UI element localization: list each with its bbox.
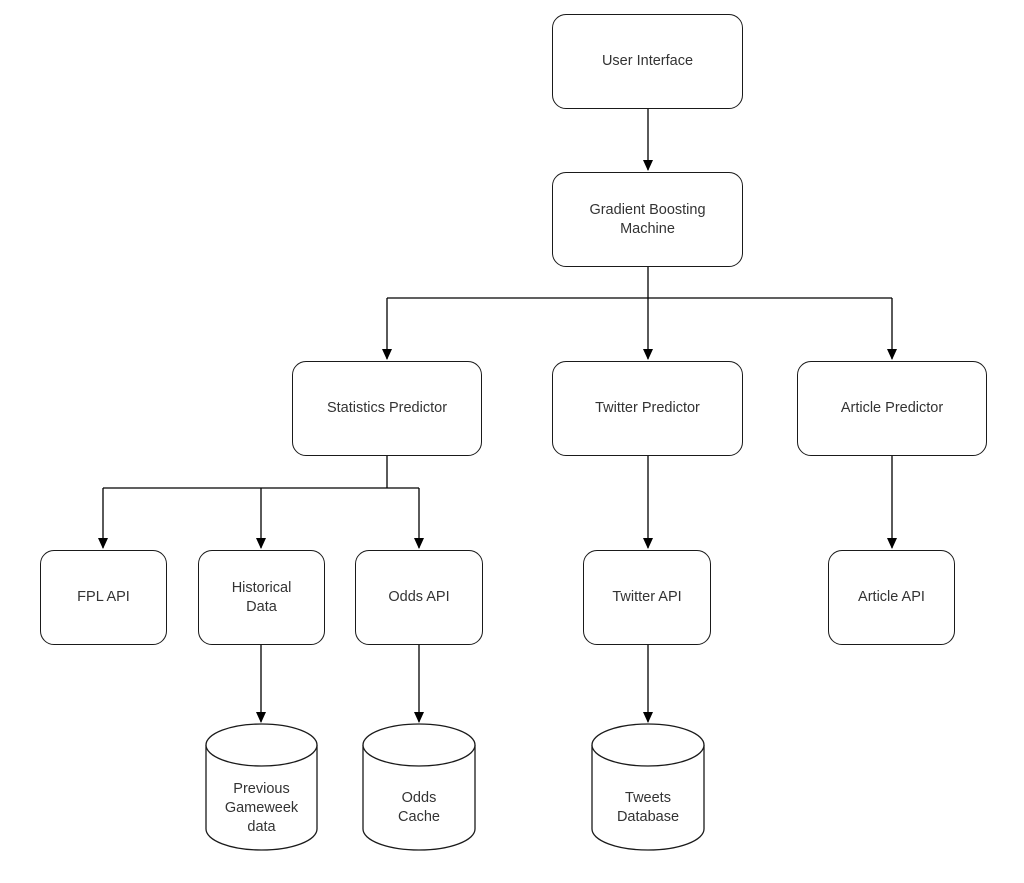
arrowhead-icon: [643, 349, 653, 360]
node-label: Odds API: [388, 589, 450, 605]
node-label: Twitter API: [612, 589, 682, 605]
node-label: Statistics Predictor: [326, 400, 448, 416]
node-historical-data[interactable]: Historical Data: [198, 550, 325, 645]
arrowhead-icon: [414, 538, 424, 549]
node-twitter-api[interactable]: Twitter API: [583, 550, 711, 645]
node-label: FPL API: [77, 589, 130, 605]
node-fpl-api[interactable]: FPL API: [40, 550, 167, 645]
arrowhead-icon: [256, 538, 266, 549]
node-label: Twitter Predictor: [595, 400, 700, 416]
arrowhead-icon: [382, 349, 392, 360]
arrowhead-icon: [643, 538, 653, 549]
arrowhead-icon: [643, 712, 653, 723]
arrowhead-icon: [887, 349, 897, 360]
node-twitter-predictor[interactable]: Twitter Predictor: [552, 361, 743, 456]
node-label: Historical Data: [231, 579, 292, 615]
node-gradient-boosting-machine[interactable]: Gradient Boosting Machine: [552, 172, 743, 267]
arrowhead-icon: [98, 538, 108, 549]
node-odds-api[interactable]: Odds API: [355, 550, 483, 645]
node-label: Article API: [858, 589, 925, 605]
node-label: User Interface: [601, 53, 694, 69]
node-article-api[interactable]: Article API: [828, 550, 955, 645]
arrowhead-icon: [643, 160, 653, 171]
node-article-predictor[interactable]: Article Predictor: [797, 361, 987, 456]
node-tweets-database[interactable]: Tweets Database: [592, 766, 704, 850]
architecture-diagram: User Interface Gradient Boosting Machine…: [0, 0, 1024, 883]
node-previous-gameweek-data[interactable]: Previous Gameweek data: [206, 766, 317, 850]
node-label: Gradient Boosting Machine: [589, 201, 706, 237]
node-statistics-predictor[interactable]: Statistics Predictor: [292, 361, 482, 456]
node-user-interface[interactable]: User Interface: [552, 14, 743, 109]
node-label: Article Predictor: [840, 400, 944, 416]
arrowhead-icon: [887, 538, 897, 549]
arrowhead-icon: [256, 712, 266, 723]
arrowhead-icon: [414, 712, 424, 723]
node-odds-cache[interactable]: Odds Cache: [363, 766, 475, 850]
